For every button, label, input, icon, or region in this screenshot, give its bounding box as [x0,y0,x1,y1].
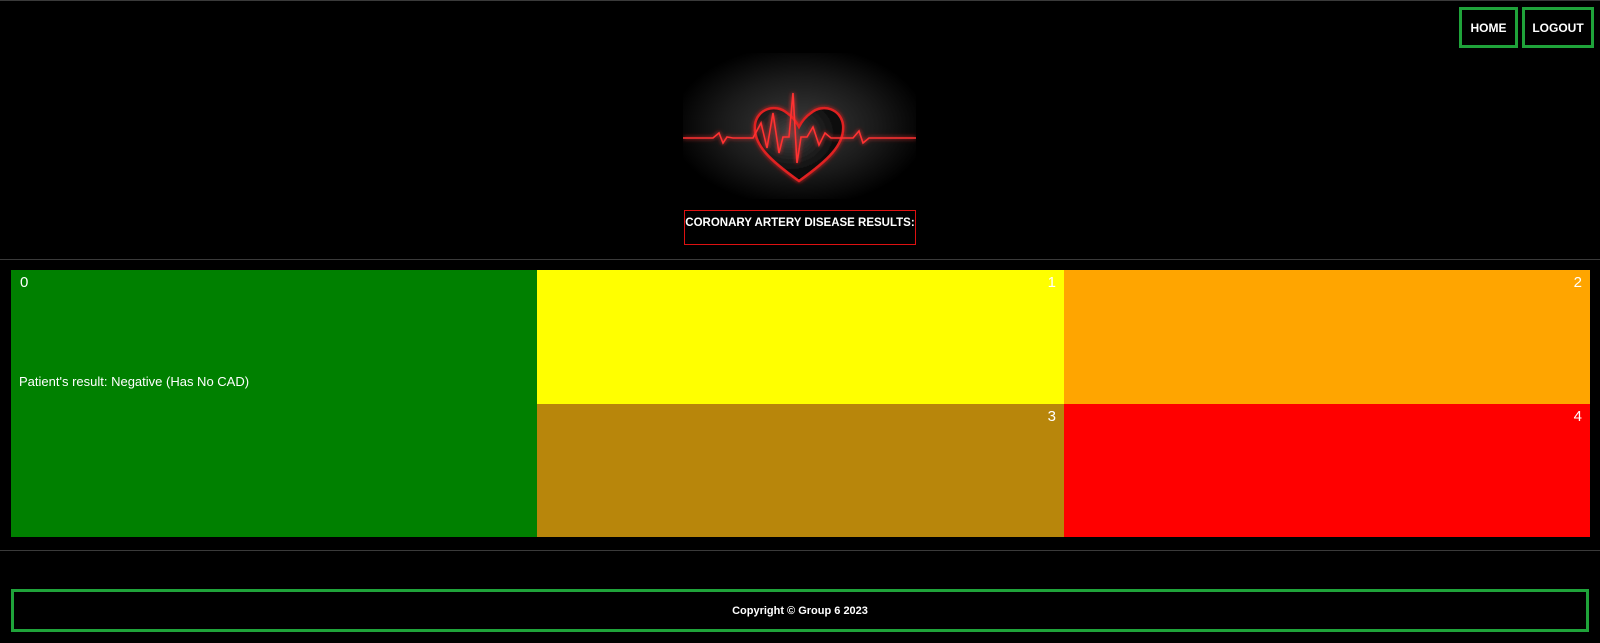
risk-cell-3: 3 [537,404,1064,537]
heartbeat-heart-icon [683,53,916,199]
risk-cell-number: 1 [1047,274,1056,291]
copyright-text: Copyright © Group 6 2023 [732,604,868,617]
page: HOME LOGOUT CORONARY ARTERY DISEASE RESU… [0,0,1600,643]
risk-cell-number: 2 [1573,274,1582,291]
top-nav: HOME LOGOUT [1459,7,1594,48]
risk-cell-number: 0 [20,274,29,291]
risk-cell-0: 0 Patient's result: Negative (Has No CAD… [11,270,537,537]
risk-cell-number: 4 [1573,408,1582,425]
footer: Copyright © Group 6 2023 [11,589,1589,632]
page-title: CORONARY ARTERY DISEASE RESULTS: [684,210,916,245]
risk-cell-4: 4 [1064,404,1590,537]
risk-cell-number: 3 [1047,408,1056,425]
home-button[interactable]: HOME [1459,7,1518,48]
risk-grid: 0 Patient's result: Negative (Has No CAD… [11,270,1590,537]
logout-button[interactable]: LOGOUT [1522,7,1594,48]
divider [0,259,1600,260]
divider [0,550,1600,551]
risk-cell-1: 1 [537,270,1064,404]
patient-result: Patient's result: Negative (Has No CAD) [19,374,250,389]
risk-cell-2: 2 [1064,270,1590,404]
